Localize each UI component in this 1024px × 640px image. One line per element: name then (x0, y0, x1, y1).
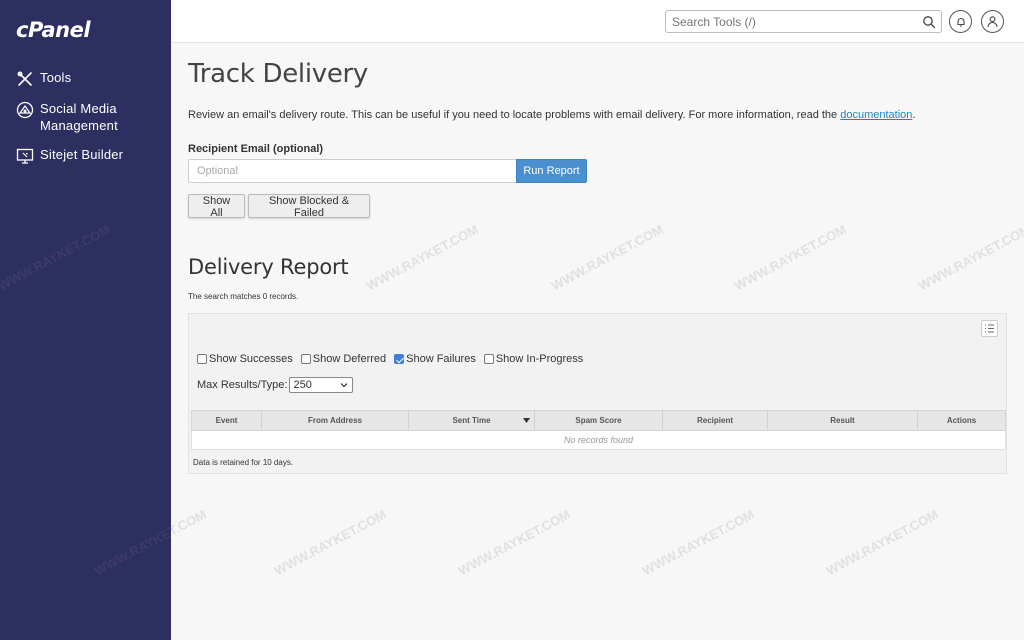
watermark: WWW.RAYKET.COM (455, 506, 573, 579)
recipient-email-label: Recipient Email (optional) (188, 143, 324, 155)
table-header: Event From Address Sent Time Spam Score … (191, 410, 1006, 431)
column-header-label: Sent Time (452, 416, 491, 425)
recipient-email-input[interactable] (188, 159, 517, 183)
show-blocked-failed-button[interactable]: Show Blocked & Failed (248, 194, 370, 219)
sort-desc-icon (523, 418, 530, 423)
description-text: Review an email's delivery route. This c… (188, 109, 838, 121)
sidebar-item-tools[interactable]: Tools (0, 66, 171, 91)
watermark: WWW.RAYKET.COM (548, 221, 666, 294)
social-media-icon (16, 101, 34, 119)
delivery-table: Event From Address Sent Time Spam Score … (191, 410, 1006, 450)
sidebar-item-label: Tools (40, 70, 72, 85)
filter-deferred[interactable]: Show Deferred (300, 353, 387, 365)
user-icon (987, 16, 998, 28)
retention-note: Data is retained for 10 days. (193, 458, 294, 467)
run-report-button[interactable]: Run Report (516, 159, 587, 183)
sidebar-nav: Tools Social Media Management Sitejet Bu… (0, 66, 171, 174)
filter-failures[interactable]: Show Failures (394, 353, 476, 365)
watermark: WWW.RAYKET.COM (639, 506, 757, 579)
search-box (665, 10, 942, 33)
sidebar-item-sitejet[interactable]: Sitejet Builder (0, 143, 171, 168)
user-menu-button[interactable] (981, 10, 1004, 33)
list-icon (985, 324, 994, 333)
watermark: WWW.RAYKET.COM (271, 506, 389, 579)
column-header-sent-time[interactable]: Sent Time (409, 411, 535, 430)
failures-checkbox[interactable] (394, 354, 405, 364)
column-settings-icon[interactable] (981, 320, 998, 337)
checkbox-label: Show In-Progress (495, 353, 584, 365)
empty-table-message: No records found (191, 431, 1006, 450)
max-results-select[interactable]: 250 (289, 377, 354, 393)
top-header (171, 0, 1024, 43)
search-icon[interactable] (922, 15, 936, 29)
page-title: Track Delivery (188, 59, 369, 89)
search-input[interactable] (666, 11, 906, 32)
chevron-down-icon (341, 383, 348, 388)
in-progress-checkbox[interactable] (483, 354, 494, 364)
status-filters: Show Successes Show Deferred Show Failur… (197, 353, 591, 365)
watermark: WWW.RAYKET.COM (363, 221, 481, 294)
notifications-button[interactable] (949, 10, 972, 33)
report-match-count: The search matches 0 records. (188, 292, 299, 301)
column-header-from-address[interactable]: From Address (262, 411, 409, 430)
page-description: Review an email's delivery route. This c… (188, 109, 916, 121)
show-all-button[interactable]: Show All (188, 194, 245, 219)
watermark: WWW.RAYKET.COM (823, 506, 941, 579)
checkbox-label: Show Failures (406, 353, 476, 365)
sidebar-item-label: Sitejet Builder (40, 147, 124, 162)
report-panel: Show Successes Show Deferred Show Failur… (188, 313, 1007, 474)
checkbox-label: Show Deferred (312, 353, 387, 365)
watermark: WWW.RAYKET.COM (731, 221, 849, 294)
filter-in-progress[interactable]: Show In-Progress (483, 353, 584, 365)
documentation-link[interactable]: documentation (840, 109, 912, 121)
max-results-value: 250 (293, 379, 312, 391)
report-title: Delivery Report (188, 255, 349, 279)
sidebar-item-label: Social Media Management (40, 101, 118, 133)
sidebar-item-social-media[interactable]: Social Media Management (0, 97, 171, 137)
column-header-spam-score[interactable]: Spam Score (535, 411, 663, 430)
watermark: WWW.RAYKET.COM (915, 221, 1024, 294)
column-header-recipient[interactable]: Recipient (663, 411, 768, 430)
column-header-result[interactable]: Result (768, 411, 918, 430)
deferred-checkbox[interactable] (300, 354, 311, 364)
max-results-row: Max Results/Type: 250 (197, 377, 354, 393)
max-results-label: Max Results/Type: (197, 379, 288, 391)
column-header-actions: Actions (946, 416, 977, 425)
sitejet-icon (16, 148, 34, 164)
checkbox-label: Show Successes (209, 353, 293, 365)
cpanel-logo[interactable]: cPanel (16, 18, 91, 42)
tools-icon (17, 71, 32, 86)
filter-successes[interactable]: Show Successes (197, 353, 293, 365)
successes-checkbox[interactable] (197, 354, 207, 364)
column-header-event[interactable]: Event (192, 411, 262, 430)
bell-icon (956, 17, 965, 27)
